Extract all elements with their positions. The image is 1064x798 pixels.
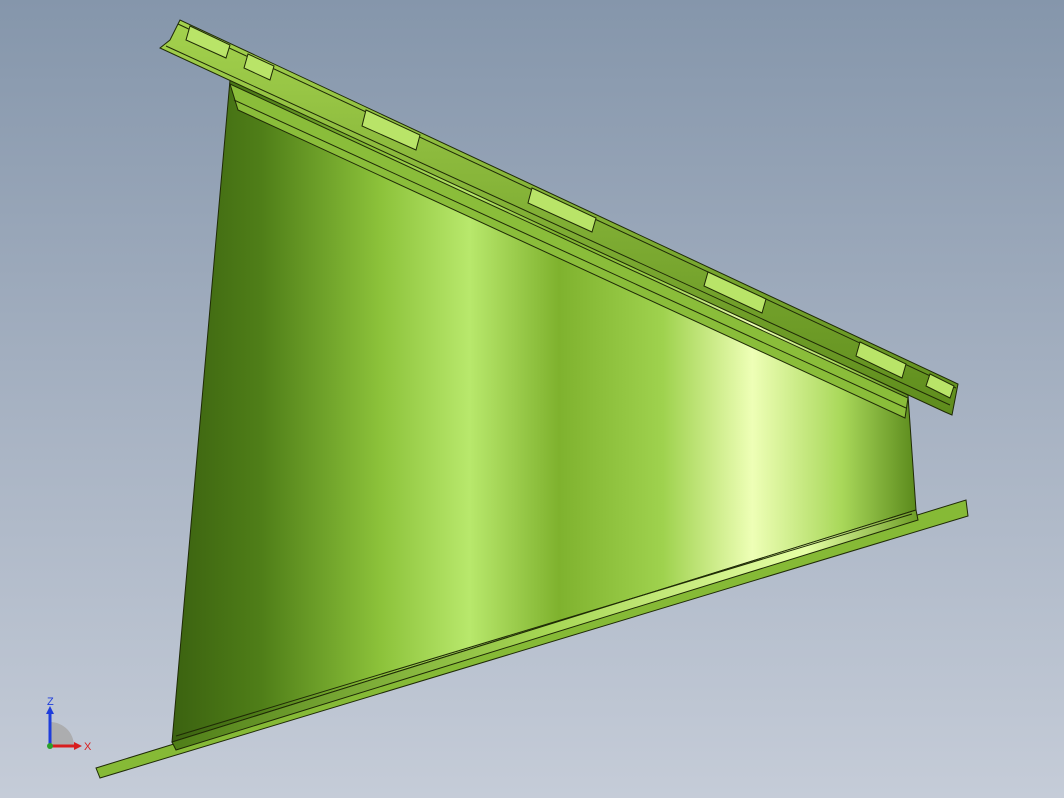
x-axis-arrow [74, 742, 82, 750]
triad-quadrant [50, 722, 74, 746]
orientation-triad: Z X [46, 696, 92, 753]
graphics-viewport[interactable]: Z X [0, 0, 1064, 798]
z-axis-label: Z [47, 696, 54, 708]
3d-model-view[interactable] [0, 0, 1064, 798]
x-axis-label: X [84, 741, 92, 753]
origin-dot [47, 743, 53, 749]
